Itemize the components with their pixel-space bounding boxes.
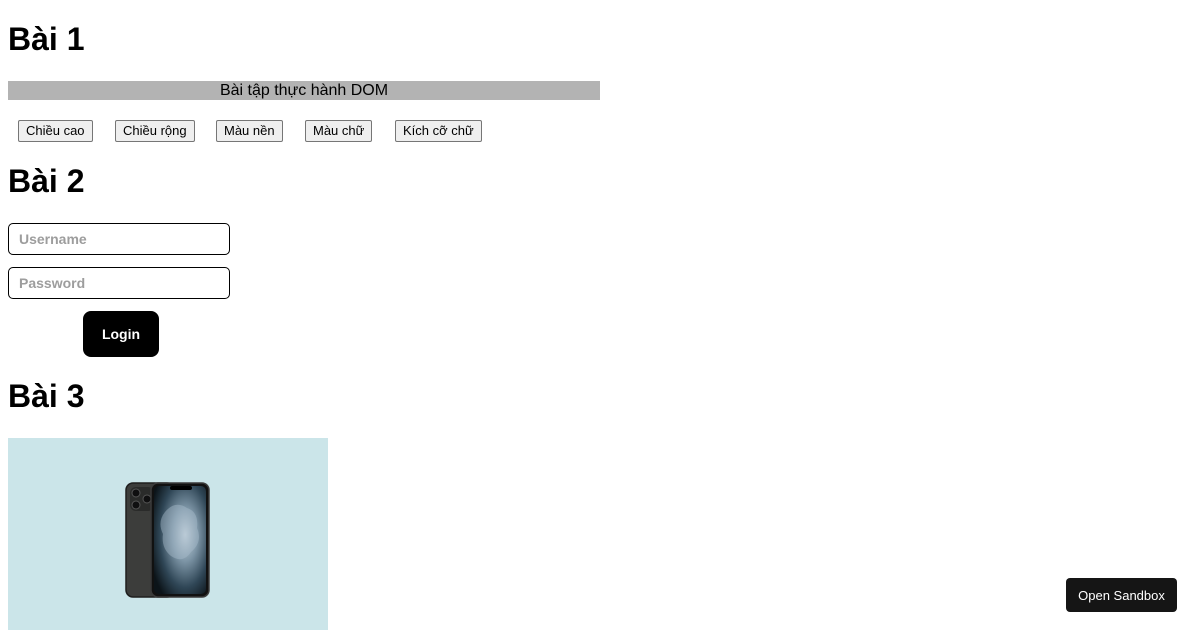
iphone-image — [125, 482, 210, 598]
text-color-button[interactable]: Màu chữ — [305, 120, 373, 142]
background-color-button[interactable]: Màu nền — [216, 120, 283, 142]
login-button[interactable]: Login — [83, 311, 159, 357]
heading-bai-1: Bài 1 — [8, 21, 85, 57]
password-input[interactable] — [8, 267, 230, 299]
heading-bai-2: Bài 2 — [8, 163, 85, 199]
product-image-container — [8, 438, 328, 630]
width-button[interactable]: Chiều rộng — [115, 120, 195, 142]
dom-practice-banner: Bài tập thực hành DOM — [8, 81, 600, 100]
heading-bai-3: Bài 3 — [8, 378, 85, 414]
username-input[interactable] — [8, 223, 230, 255]
height-button[interactable]: Chiều cao — [18, 120, 93, 142]
open-sandbox-button[interactable]: Open Sandbox — [1066, 578, 1177, 612]
font-size-button[interactable]: Kích cỡ chữ — [395, 120, 482, 142]
